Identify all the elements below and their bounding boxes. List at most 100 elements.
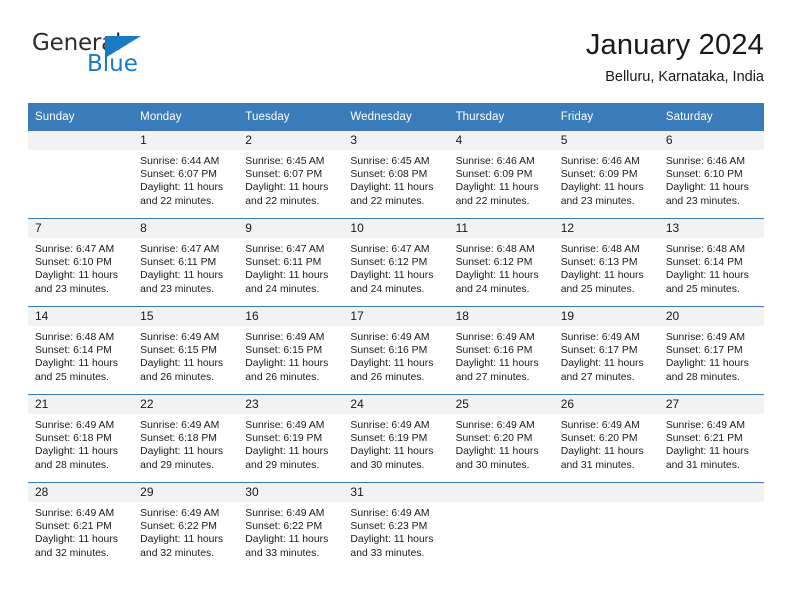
sunset-text: Sunset: 6:14 PM	[35, 345, 112, 357]
calendar-day-cell[interactable]: 21 Sunrise: 6:49 AM Sunset: 6:18 PM Dayligh…	[28, 394, 134, 483]
sunset-text: Sunset: 6:13 PM	[560, 257, 638, 269]
day-cell-content: 12 Sunrise: 6:48 AM Sunset: 6:13 PM Dayligh…	[553, 219, 659, 306]
day-cell-content	[28, 131, 134, 218]
daylight-text-line1: Daylight: 11 hours	[665, 182, 749, 194]
day-sun-info	[449, 502, 554, 507]
day-sun-info: Sunrise: 6:49 AM Sunset: 6:20 PM Daylight:…	[554, 414, 659, 472]
sunrise-text: Sunrise: 6:44 AM	[140, 156, 220, 167]
calendar-day-cell[interactable]: 4 Sunrise: 6:46 AM Sunset: 6:09 PM Daylight…	[448, 131, 554, 219]
calendar-day-cell[interactable]: 31 Sunrise: 6:49 AM Sunset: 6:23 PM Dayligh…	[343, 482, 449, 570]
day-sun-info: Sunrise: 6:45 AM Sunset: 6:08 PM Daylight:…	[343, 150, 448, 208]
calendar-day-cell[interactable]: 11 Sunrise: 6:48 AM Sunset: 6:12 PM Dayligh…	[448, 218, 554, 307]
calendar-day-cell[interactable]: 15 Sunrise: 6:49 AM Sunset: 6:15 PM Dayligh…	[133, 306, 239, 395]
calendar-day-cell[interactable]: 3 Sunrise: 6:45 AM Sunset: 6:08 PM Daylight…	[343, 131, 449, 219]
weekday-header-wednesday: Wednesday	[343, 103, 449, 131]
sunrise-text: Sunrise: 6:49 AM	[140, 332, 220, 343]
day-cell-content: 17 Sunrise: 6:49 AM Sunset: 6:16 PM Dayligh…	[343, 307, 449, 394]
day-sun-info: Sunrise: 6:49 AM Sunset: 6:22 PM Daylight:…	[133, 502, 238, 560]
day-number: 24	[343, 395, 449, 414]
day-sun-info: Sunrise: 6:49 AM Sunset: 6:15 PM Daylight:…	[133, 326, 238, 384]
calendar-week-row: 14 Sunrise: 6:48 AM Sunset: 6:14 PM Dayligh…	[28, 306, 764, 395]
sunrise-text: Sunrise: 6:47 AM	[35, 244, 115, 255]
daylight-text-line2: and 22 minutes.	[245, 195, 320, 207]
calendar-week-row: 28 Sunrise: 6:49 AM Sunset: 6:21 PM Dayligh…	[28, 482, 764, 570]
weekday-header-monday: Monday	[133, 103, 239, 131]
calendar-day-cell[interactable]: 16 Sunrise: 6:49 AM Sunset: 6:15 PM Dayligh…	[238, 306, 344, 395]
day-cell-content: 11 Sunrise: 6:48 AM Sunset: 6:12 PM Dayligh…	[448, 219, 554, 306]
sunset-text: Sunset: 6:17 PM	[560, 345, 638, 357]
day-number	[448, 483, 554, 502]
day-cell-content: 25 Sunrise: 6:49 AM Sunset: 6:20 PM Dayligh…	[448, 395, 554, 482]
day-number: 29	[133, 483, 239, 502]
sunset-text: Sunset: 6:22 PM	[245, 521, 323, 533]
title-block: January 2024 Belluru, Karnataka, India	[586, 28, 764, 88]
day-sun-info: Sunrise: 6:46 AM Sunset: 6:09 PM Daylight:…	[449, 150, 554, 208]
calendar-day-cell[interactable]: 19 Sunrise: 6:49 AM Sunset: 6:17 PM Dayligh…	[553, 306, 659, 395]
daylight-text-line1: Daylight: 11 hours	[560, 270, 644, 282]
sunrise-text: Sunrise: 6:45 AM	[350, 156, 430, 167]
calendar-day-cell[interactable]: 27 Sunrise: 6:49 AM Sunset: 6:21 PM Dayligh…	[658, 394, 764, 483]
calendar-day-cell[interactable]: 1 Sunrise: 6:44 AM Sunset: 6:07 PM Daylight…	[133, 131, 239, 219]
calendar-day-cell[interactable]: 5 Sunrise: 6:46 AM Sunset: 6:09 PM Daylight…	[553, 131, 659, 219]
daylight-text-line1: Daylight: 11 hours	[140, 534, 224, 546]
day-number: 17	[343, 307, 449, 326]
day-number: 20	[658, 307, 764, 326]
daylight-text-line2: and 31 minutes.	[560, 459, 635, 471]
day-sun-info: Sunrise: 6:49 AM Sunset: 6:22 PM Daylight:…	[238, 502, 343, 560]
sunset-text: Sunset: 6:20 PM	[455, 433, 533, 445]
sunset-text: Sunset: 6:19 PM	[350, 433, 428, 445]
day-cell-content: 4 Sunrise: 6:46 AM Sunset: 6:09 PM Daylight…	[448, 131, 554, 218]
calendar-day-cell[interactable]: 6 Sunrise: 6:46 AM Sunset: 6:10 PM Daylight…	[658, 131, 764, 219]
calendar-day-cell[interactable]: 9 Sunrise: 6:47 AM Sunset: 6:11 PM Daylight…	[238, 218, 344, 307]
calendar-day-cell[interactable]: 25 Sunrise: 6:49 AM Sunset: 6:20 PM Dayligh…	[448, 394, 554, 483]
calendar-day-cell[interactable]: 18 Sunrise: 6:49 AM Sunset: 6:16 PM Dayligh…	[448, 306, 554, 395]
daylight-text-line2: and 27 minutes.	[560, 371, 635, 383]
day-number: 13	[658, 219, 764, 238]
day-number: 12	[553, 219, 659, 238]
day-sun-info: Sunrise: 6:48 AM Sunset: 6:13 PM Daylight:…	[554, 238, 659, 296]
daylight-text-line2: and 32 minutes.	[140, 547, 215, 559]
daylight-text-line1: Daylight: 11 hours	[455, 182, 539, 194]
sunrise-text: Sunrise: 6:46 AM	[665, 156, 745, 167]
day-cell-content: 18 Sunrise: 6:49 AM Sunset: 6:16 PM Dayligh…	[448, 307, 554, 394]
day-cell-content: 6 Sunrise: 6:46 AM Sunset: 6:10 PM Daylight…	[658, 131, 764, 218]
sunrise-text: Sunrise: 6:48 AM	[665, 244, 745, 255]
daylight-text-line2: and 26 minutes.	[140, 371, 215, 383]
calendar-day-cell[interactable]: 20 Sunrise: 6:49 AM Sunset: 6:17 PM Dayligh…	[658, 306, 764, 395]
calendar-day-cell[interactable]: 8 Sunrise: 6:47 AM Sunset: 6:11 PM Daylight…	[133, 218, 239, 307]
day-sun-info: Sunrise: 6:49 AM Sunset: 6:16 PM Daylight:…	[449, 326, 554, 384]
calendar-day-cell[interactable]: 17 Sunrise: 6:49 AM Sunset: 6:16 PM Dayligh…	[343, 306, 449, 395]
calendar-day-cell[interactable]: 12 Sunrise: 6:48 AM Sunset: 6:13 PM Dayligh…	[553, 218, 659, 307]
calendar-day-cell[interactable]: 2 Sunrise: 6:45 AM Sunset: 6:07 PM Daylight…	[238, 131, 344, 219]
calendar-day-cell[interactable]: 30 Sunrise: 6:49 AM Sunset: 6:22 PM Dayligh…	[238, 482, 344, 570]
weekday-header-thursday: Thursday	[448, 103, 554, 131]
calendar-day-cell[interactable]: 23 Sunrise: 6:49 AM Sunset: 6:19 PM Dayligh…	[238, 394, 344, 483]
day-cell-content: 30 Sunrise: 6:49 AM Sunset: 6:22 PM Dayligh…	[238, 483, 344, 570]
calendar-day-cell[interactable]: 26 Sunrise: 6:49 AM Sunset: 6:20 PM Dayligh…	[553, 394, 659, 483]
calendar-day-cell[interactable]: 7 Sunrise: 6:47 AM Sunset: 6:10 PM Daylight…	[28, 218, 134, 307]
calendar-day-cell[interactable]: 13 Sunrise: 6:48 AM Sunset: 6:14 PM Dayligh…	[658, 218, 764, 307]
calendar-day-cell	[448, 482, 554, 570]
brand-logo[interactable]: General Blue	[28, 28, 178, 84]
day-sun-info: Sunrise: 6:49 AM Sunset: 6:17 PM Daylight:…	[554, 326, 659, 384]
day-number: 30	[238, 483, 344, 502]
sunrise-text: Sunrise: 6:46 AM	[455, 156, 535, 167]
calendar-day-cell[interactable]: 29 Sunrise: 6:49 AM Sunset: 6:22 PM Dayligh…	[133, 482, 239, 570]
calendar-day-cell[interactable]: 28 Sunrise: 6:49 AM Sunset: 6:21 PM Dayligh…	[28, 482, 134, 570]
day-cell-content: 26 Sunrise: 6:49 AM Sunset: 6:20 PM Dayligh…	[553, 395, 659, 482]
calendar-day-cell[interactable]: 14 Sunrise: 6:48 AM Sunset: 6:14 PM Dayligh…	[28, 306, 134, 395]
calendar-day-cell[interactable]: 24 Sunrise: 6:49 AM Sunset: 6:19 PM Dayligh…	[343, 394, 449, 483]
day-cell-content	[448, 483, 554, 570]
day-number: 1	[133, 131, 239, 150]
calendar-day-cell[interactable]: 10 Sunrise: 6:47 AM Sunset: 6:12 PM Dayligh…	[343, 218, 449, 307]
sunset-text: Sunset: 6:09 PM	[560, 169, 638, 181]
sunset-text: Sunset: 6:19 PM	[245, 433, 323, 445]
sunset-text: Sunset: 6:10 PM	[35, 257, 112, 269]
day-number: 7	[28, 219, 134, 238]
sunset-text: Sunset: 6:11 PM	[140, 257, 217, 269]
daylight-text-line2: and 29 minutes.	[140, 459, 215, 471]
day-number: 25	[448, 395, 554, 414]
day-number: 3	[343, 131, 449, 150]
calendar-day-cell[interactable]: 22 Sunrise: 6:49 AM Sunset: 6:18 PM Dayligh…	[133, 394, 239, 483]
daylight-text-line2: and 33 minutes.	[350, 547, 425, 559]
